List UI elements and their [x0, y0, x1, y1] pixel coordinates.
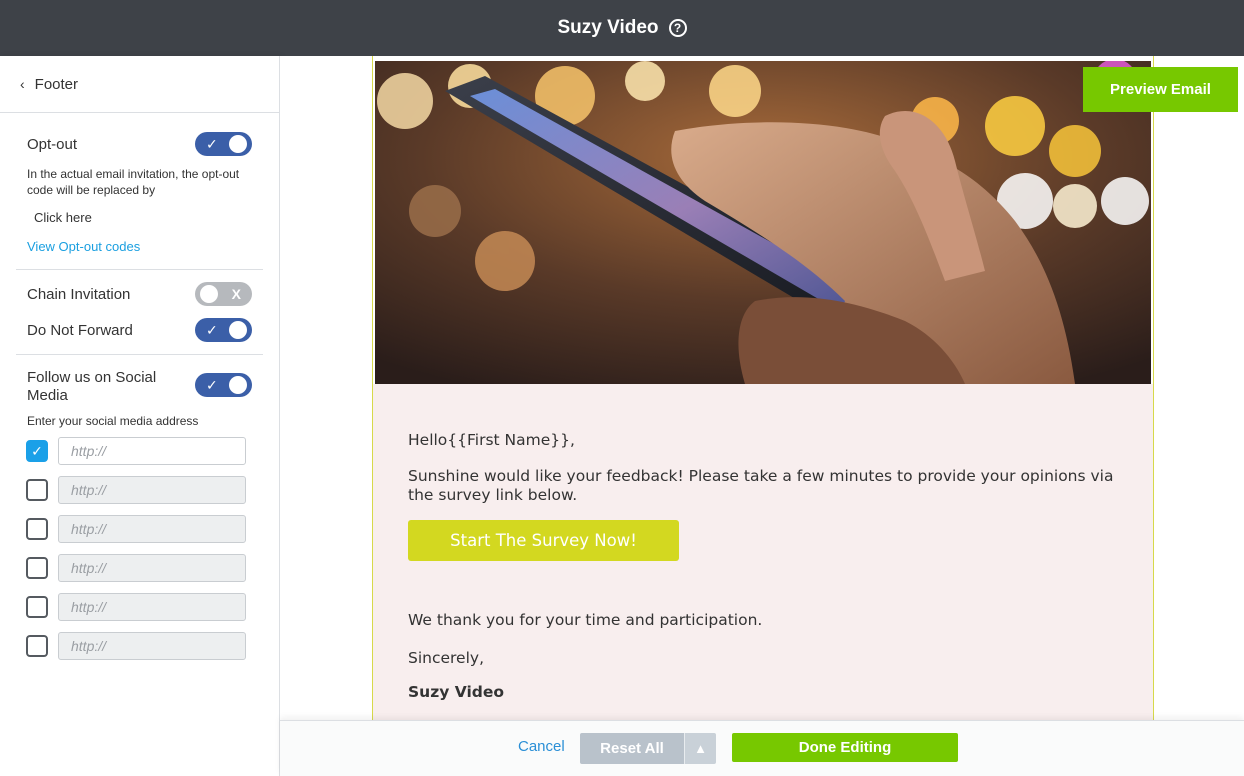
social-url-input[interactable]: http:// — [58, 554, 246, 582]
social-url-row: http:// — [26, 515, 263, 543]
email-preview: Hello{{First Name}}, Sunshine would like… — [372, 56, 1154, 720]
social-url-row: ✓ http:// — [26, 437, 263, 465]
social-url-checkbox[interactable]: ✓ — [26, 440, 48, 462]
social-url-input[interactable]: http:// — [58, 437, 246, 465]
email-editor-canvas: Hello{{First Name}}, Sunshine would like… — [280, 56, 1244, 720]
help-icon[interactable]: ? — [668, 19, 687, 37]
check-icon: ✓ — [206, 377, 218, 393]
editor-action-bar: Cancel Reset All ▲ Done Editing — [280, 720, 1244, 776]
social-media-toggle[interactable]: ✓ — [195, 373, 252, 397]
toggle-knob — [229, 321, 247, 339]
page-title: Suzy Video — [557, 17, 659, 38]
social-url-input[interactable]: http:// — [58, 476, 246, 504]
social-url-checkbox[interactable] — [26, 479, 48, 501]
opt-out-section: Opt-out ✓ In the actual email invitation… — [16, 113, 263, 270]
footer-settings-panel: ‹ Footer Opt-out ✓ In the actual email i… — [0, 56, 280, 776]
social-url-checkbox[interactable] — [26, 635, 48, 657]
x-icon: X — [231, 286, 241, 302]
chain-invitation-toggle[interactable]: X — [195, 282, 252, 306]
social-url-row: http:// — [26, 593, 263, 621]
toggle-knob — [229, 376, 247, 394]
email-thanks: We thank you for your time and participa… — [408, 611, 763, 629]
check-icon: ✓ — [31, 442, 43, 459]
chevron-up-icon[interactable]: ▲ — [684, 733, 716, 764]
reset-all-button[interactable]: Reset All — [580, 733, 684, 764]
chain-invitation-label: Chain Invitation — [27, 285, 131, 303]
social-url-input[interactable]: http:// — [58, 632, 246, 660]
invitation-options-section: Chain Invitation X Do Not Forward ✓ — [16, 270, 263, 355]
opt-out-placeholder-text: Click here — [34, 210, 92, 225]
top-bar: Suzy Video ? — [0, 0, 1244, 56]
email-body: Hello{{First Name}}, Sunshine would like… — [373, 384, 1153, 720]
social-media-instruction: Enter your social media address — [27, 414, 199, 428]
toggle-knob — [229, 135, 247, 153]
start-survey-button[interactable]: Start The Survey Now! — [408, 520, 679, 561]
social-media-label: Follow us on Social Media — [27, 369, 157, 404]
hero-image — [375, 61, 1151, 384]
email-greeting: Hello{{First Name}}, — [408, 431, 575, 449]
social-url-row: http:// — [26, 632, 263, 660]
social-url-row: http:// — [26, 476, 263, 504]
social-url-row: http:// — [26, 554, 263, 582]
panel-header[interactable]: ‹ Footer — [0, 56, 279, 113]
do-not-forward-label: Do Not Forward — [27, 321, 133, 339]
opt-out-label: Opt-out — [27, 135, 78, 153]
email-signoff: Sincerely, — [408, 649, 485, 667]
email-message: Sunshine would like your feedback! Pleas… — [408, 467, 1114, 504]
cancel-button[interactable]: Cancel — [518, 738, 565, 755]
chevron-left-icon[interactable]: ‹ — [20, 76, 25, 92]
social-url-checkbox[interactable] — [26, 518, 48, 540]
panel-title: Footer — [34, 75, 79, 93]
email-signature: Suzy Video — [408, 683, 505, 701]
done-editing-button[interactable]: Done Editing — [732, 733, 958, 762]
social-url-checkbox[interactable] — [26, 557, 48, 579]
hero-photo-smartphone — [375, 61, 1151, 384]
opt-out-toggle[interactable]: ✓ — [195, 132, 252, 156]
social-url-checkbox[interactable] — [26, 596, 48, 618]
social-url-list: ✓ http:// http:// http:// http:// http:// http… — [26, 437, 263, 660]
social-url-input[interactable]: http:// — [58, 515, 246, 543]
preview-email-button[interactable]: Preview Email — [1083, 67, 1238, 112]
social-url-input[interactable]: http:// — [58, 593, 246, 621]
view-opt-out-codes-link[interactable]: View Opt-out codes — [27, 239, 140, 254]
check-icon: ✓ — [206, 136, 218, 152]
opt-out-note: In the actual email invitation, the opt-… — [27, 167, 240, 197]
check-icon: ✓ — [206, 322, 218, 338]
do-not-forward-toggle[interactable]: ✓ — [195, 318, 252, 342]
toggle-knob — [200, 285, 218, 303]
social-media-section: Follow us on Social Media ✓ Enter your s… — [16, 355, 263, 660]
